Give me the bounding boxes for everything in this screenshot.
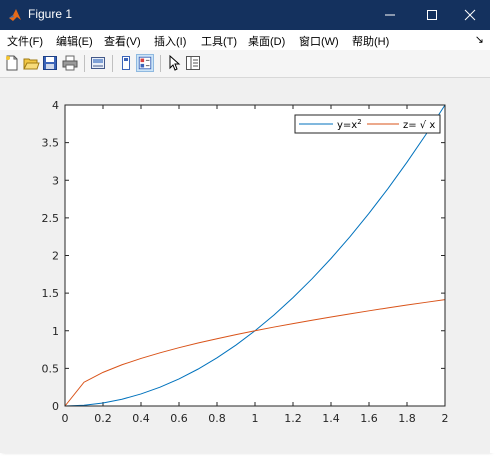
matlab-logo-icon xyxy=(9,9,21,21)
figure-toolbar xyxy=(0,50,490,78)
y-tick-label: 4 xyxy=(52,99,59,112)
x-tick-label: 1.8 xyxy=(398,412,416,425)
title-bar[interactable]: Figure 1 xyxy=(0,0,490,30)
y-tick-label: 2 xyxy=(52,250,59,263)
menu-file[interactable]: 文件(F) xyxy=(7,33,43,49)
minimize-button[interactable] xyxy=(370,0,410,30)
menu-help[interactable]: 帮助(H) xyxy=(352,33,389,49)
maximize-icon xyxy=(427,10,437,20)
x-tick-label: 0.2 xyxy=(94,412,112,425)
minimize-icon xyxy=(385,14,395,16)
menu-tools[interactable]: 工具(T) xyxy=(201,33,237,49)
property-inspector-icon[interactable] xyxy=(184,54,202,72)
menu-view[interactable]: 查看(V) xyxy=(104,33,141,49)
hide-plot-tools-icon[interactable] xyxy=(117,54,135,72)
save-icon[interactable] xyxy=(41,54,59,72)
toolbar-separator xyxy=(112,55,113,72)
edit-plot-arrow-icon[interactable] xyxy=(165,54,183,72)
show-plot-tools-icon[interactable] xyxy=(136,54,154,72)
x-tick-label: 1.6 xyxy=(360,412,378,425)
x-tick-label: 0 xyxy=(62,412,69,425)
background-strip xyxy=(490,0,500,453)
menu-window[interactable]: 窗口(W) xyxy=(299,33,339,49)
x-tick-label: 0.6 xyxy=(170,412,188,425)
y-tick-label: 3 xyxy=(52,174,59,187)
y-tick-label: 2.5 xyxy=(42,212,60,225)
close-icon xyxy=(464,9,476,21)
legend-label-1-superscript: 2 xyxy=(357,118,361,126)
link-plot-icon[interactable] xyxy=(89,54,107,72)
maximize-button[interactable] xyxy=(412,0,452,30)
menu-bar: 文件(F) 编辑(E) 查看(V) 插入(I) 工具(T) 桌面(D) 窗口(W… xyxy=(0,30,490,50)
y-tick-label: 0.5 xyxy=(42,362,60,375)
menu-edit[interactable]: 编辑(E) xyxy=(56,33,93,49)
close-button[interactable] xyxy=(450,0,490,30)
figure-canvas: 0 0.2 0.4 0.6 0.8 1 1.2 1.4 1.6 1.8 2 0 0.5 1 1.5 2 2.5 3… xyxy=(0,78,490,453)
x-tick-label: 1.4 xyxy=(322,412,340,425)
figure-window: Figure 1 文件(F) 编辑(E) 查看(V) 插入(I) 工具(T) 桌… xyxy=(0,0,490,453)
x-tick-label: 1.2 xyxy=(284,412,302,425)
menu-insert[interactable]: 插入(I) xyxy=(154,33,186,49)
toolbar-separator xyxy=(160,55,161,72)
y-tick-label: 0 xyxy=(52,400,59,413)
x-tick-label: 1 xyxy=(252,412,259,425)
y-tick-label: 3.5 xyxy=(42,137,60,150)
toolbar-separator xyxy=(84,55,85,72)
window-title: Figure 1 xyxy=(28,7,73,21)
y-tick-label: 1.5 xyxy=(42,287,60,300)
new-figure-icon[interactable] xyxy=(3,54,21,72)
menu-dock-arrow-icon[interactable]: ↘ xyxy=(475,33,484,46)
x-tick-label: 0.8 xyxy=(208,412,226,425)
y-tick-label: 1 xyxy=(52,325,59,338)
legend-label-1-base: y=x xyxy=(337,120,357,131)
menu-desktop[interactable]: 桌面(D) xyxy=(248,33,285,49)
legend-label-2: z= √ x xyxy=(403,120,435,131)
axes-background xyxy=(65,105,445,406)
print-icon[interactable] xyxy=(61,54,79,72)
x-tick-label: 2 xyxy=(442,412,449,425)
line-chart[interactable]: 0 0.2 0.4 0.6 0.8 1 1.2 1.4 1.6 1.8 2 0 0.5 1 1.5 2 2.5 3… xyxy=(0,78,490,453)
open-file-icon[interactable] xyxy=(22,54,40,72)
x-tick-label: 0.4 xyxy=(132,412,150,425)
